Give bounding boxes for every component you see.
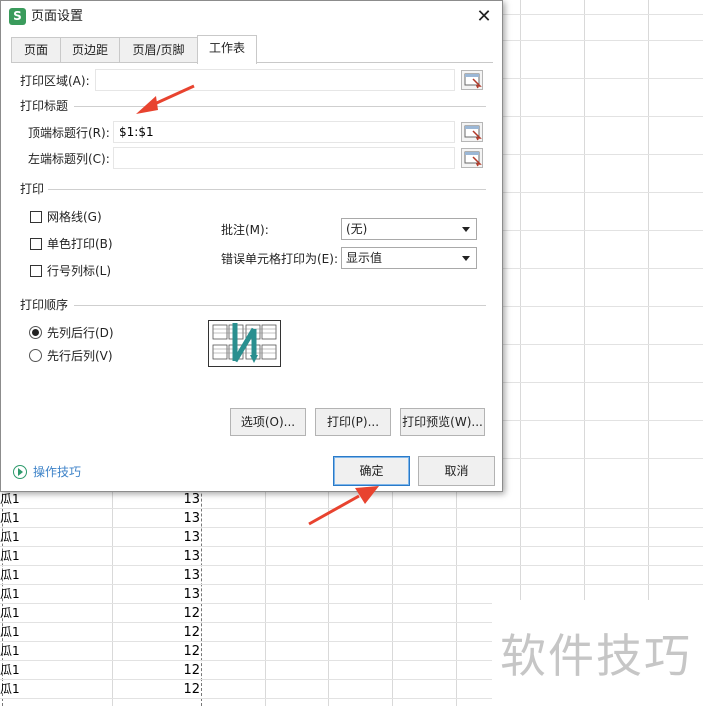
comments-select-value: (无) bbox=[346, 222, 368, 236]
gridlines-label[interactable]: 网格线(G) bbox=[47, 209, 102, 225]
down-then-over-label[interactable]: 先列后行(D) bbox=[47, 325, 114, 341]
print-area-label: 打印区域(A): bbox=[20, 74, 90, 88]
sheet-cell-a[interactable]: 瓜1 bbox=[0, 528, 40, 547]
down-then-over-radio[interactable] bbox=[29, 326, 42, 339]
comments-select[interactable]: (无) bbox=[341, 218, 477, 240]
section-divider bbox=[48, 189, 486, 190]
dialog-titlebar[interactable]: S 页面设置 ✕ bbox=[1, 1, 502, 33]
print-button[interactable]: 打印(P)... bbox=[315, 408, 391, 436]
mono-print-checkbox[interactable] bbox=[30, 238, 42, 250]
sheet-cell-a[interactable]: 瓜1 bbox=[0, 623, 40, 642]
dialog-title: 页面设置 bbox=[31, 9, 84, 24]
left-cols-picker-button[interactable] bbox=[461, 148, 483, 168]
sheet-cell-b[interactable]: 13 bbox=[140, 566, 200, 585]
sheet-cell-a[interactable]: 瓜1 bbox=[0, 509, 40, 528]
errors-label: 错误单元格打印为(E): bbox=[221, 252, 338, 266]
play-circle-icon bbox=[13, 465, 27, 479]
app-logo-icon: S bbox=[9, 8, 26, 25]
tips-label: 操作技巧 bbox=[33, 465, 82, 479]
over-then-down-radio[interactable] bbox=[29, 349, 42, 362]
tab-sheet[interactable]: 工作表 bbox=[197, 35, 257, 64]
sheet-cell-b[interactable]: 13 bbox=[140, 585, 200, 604]
errors-select[interactable]: 显示值 bbox=[341, 247, 477, 269]
sheet-cell-b[interactable]: 13 bbox=[140, 547, 200, 566]
chevron-down-icon bbox=[462, 227, 470, 232]
radio-selected-dot bbox=[32, 329, 39, 336]
sheet-cell-b[interactable]: 12 bbox=[140, 642, 200, 661]
tab-margins[interactable]: 页边距 bbox=[60, 37, 120, 63]
print-titles-section-label: 打印标题 bbox=[20, 99, 69, 113]
page-order-icon bbox=[212, 323, 277, 363]
errors-select-value: 显示值 bbox=[346, 251, 383, 265]
comments-label: 批注(M): bbox=[221, 223, 269, 237]
page-setup-dialog: S 页面设置 ✕ 页面 页边距 页眉/页脚 工作表 打印区域(A): 打印标题 … bbox=[0, 0, 503, 492]
range-select-icon bbox=[464, 73, 482, 89]
top-rows-input[interactable]: $1:$1 bbox=[113, 121, 455, 143]
sheet-cell-b[interactable]: 13 bbox=[140, 509, 200, 528]
sheet-cell-a[interactable]: 瓜1 bbox=[0, 680, 40, 699]
row-col-headers-checkbox[interactable] bbox=[30, 265, 42, 277]
top-rows-label: 顶端标题行(R): bbox=[28, 126, 110, 140]
sheet-cell-a[interactable]: 瓜1 bbox=[0, 661, 40, 680]
watermark: 软件技巧 bbox=[500, 629, 692, 683]
cancel-button[interactable]: 取消 bbox=[418, 456, 495, 486]
over-then-down-label[interactable]: 先行后列(V) bbox=[47, 348, 113, 364]
tab-header-footer[interactable]: 页眉/页脚 bbox=[119, 37, 198, 63]
sheet-cell-a[interactable]: 瓜1 bbox=[0, 642, 40, 661]
sheet-cell-b[interactable]: 12 bbox=[140, 604, 200, 623]
print-area-input[interactable] bbox=[95, 69, 455, 91]
sheet-cell-b[interactable]: 12 bbox=[140, 661, 200, 680]
sheet-cell-b[interactable]: 13 bbox=[140, 490, 200, 509]
ok-button[interactable]: 确定 bbox=[333, 456, 410, 486]
print-order-section-label: 打印顺序 bbox=[20, 298, 69, 312]
chevron-down-icon bbox=[462, 256, 470, 261]
sheet-cell-a[interactable]: 瓜1 bbox=[0, 604, 40, 623]
sheet-cell-b[interactable]: 12 bbox=[140, 680, 200, 699]
mono-print-label[interactable]: 单色打印(B) bbox=[47, 236, 113, 252]
close-button[interactable]: ✕ bbox=[472, 5, 496, 29]
print-section-label: 打印 bbox=[20, 182, 45, 196]
sheet-cell-b[interactable]: 12 bbox=[140, 623, 200, 642]
print-preview-button[interactable]: 打印预览(W)... bbox=[400, 408, 485, 436]
tab-page[interactable]: 页面 bbox=[11, 37, 61, 63]
close-icon: ✕ bbox=[476, 6, 492, 27]
gridlines-checkbox[interactable] bbox=[30, 211, 42, 223]
range-select-icon bbox=[464, 125, 482, 141]
sheet-cell-b[interactable]: 13 bbox=[140, 528, 200, 547]
section-divider bbox=[74, 305, 486, 306]
top-rows-picker-button[interactable] bbox=[461, 122, 483, 142]
sheet-cell-a[interactable]: 瓜1 bbox=[0, 547, 40, 566]
row-col-headers-label[interactable]: 行号列标(L) bbox=[47, 263, 111, 279]
sheet-cell-a[interactable]: 瓜1 bbox=[0, 585, 40, 604]
options-button[interactable]: 选项(O)... bbox=[230, 408, 306, 436]
sheet-cell-a[interactable]: 瓜1 bbox=[0, 490, 40, 509]
sheet-cell-a[interactable]: 瓜1 bbox=[0, 566, 40, 585]
range-select-icon bbox=[464, 151, 482, 167]
left-cols-label: 左端标题列(C): bbox=[28, 152, 110, 166]
print-order-preview-image bbox=[208, 320, 281, 367]
print-area-picker-button[interactable] bbox=[461, 70, 483, 90]
left-cols-input[interactable] bbox=[113, 147, 455, 169]
section-divider bbox=[74, 106, 486, 107]
